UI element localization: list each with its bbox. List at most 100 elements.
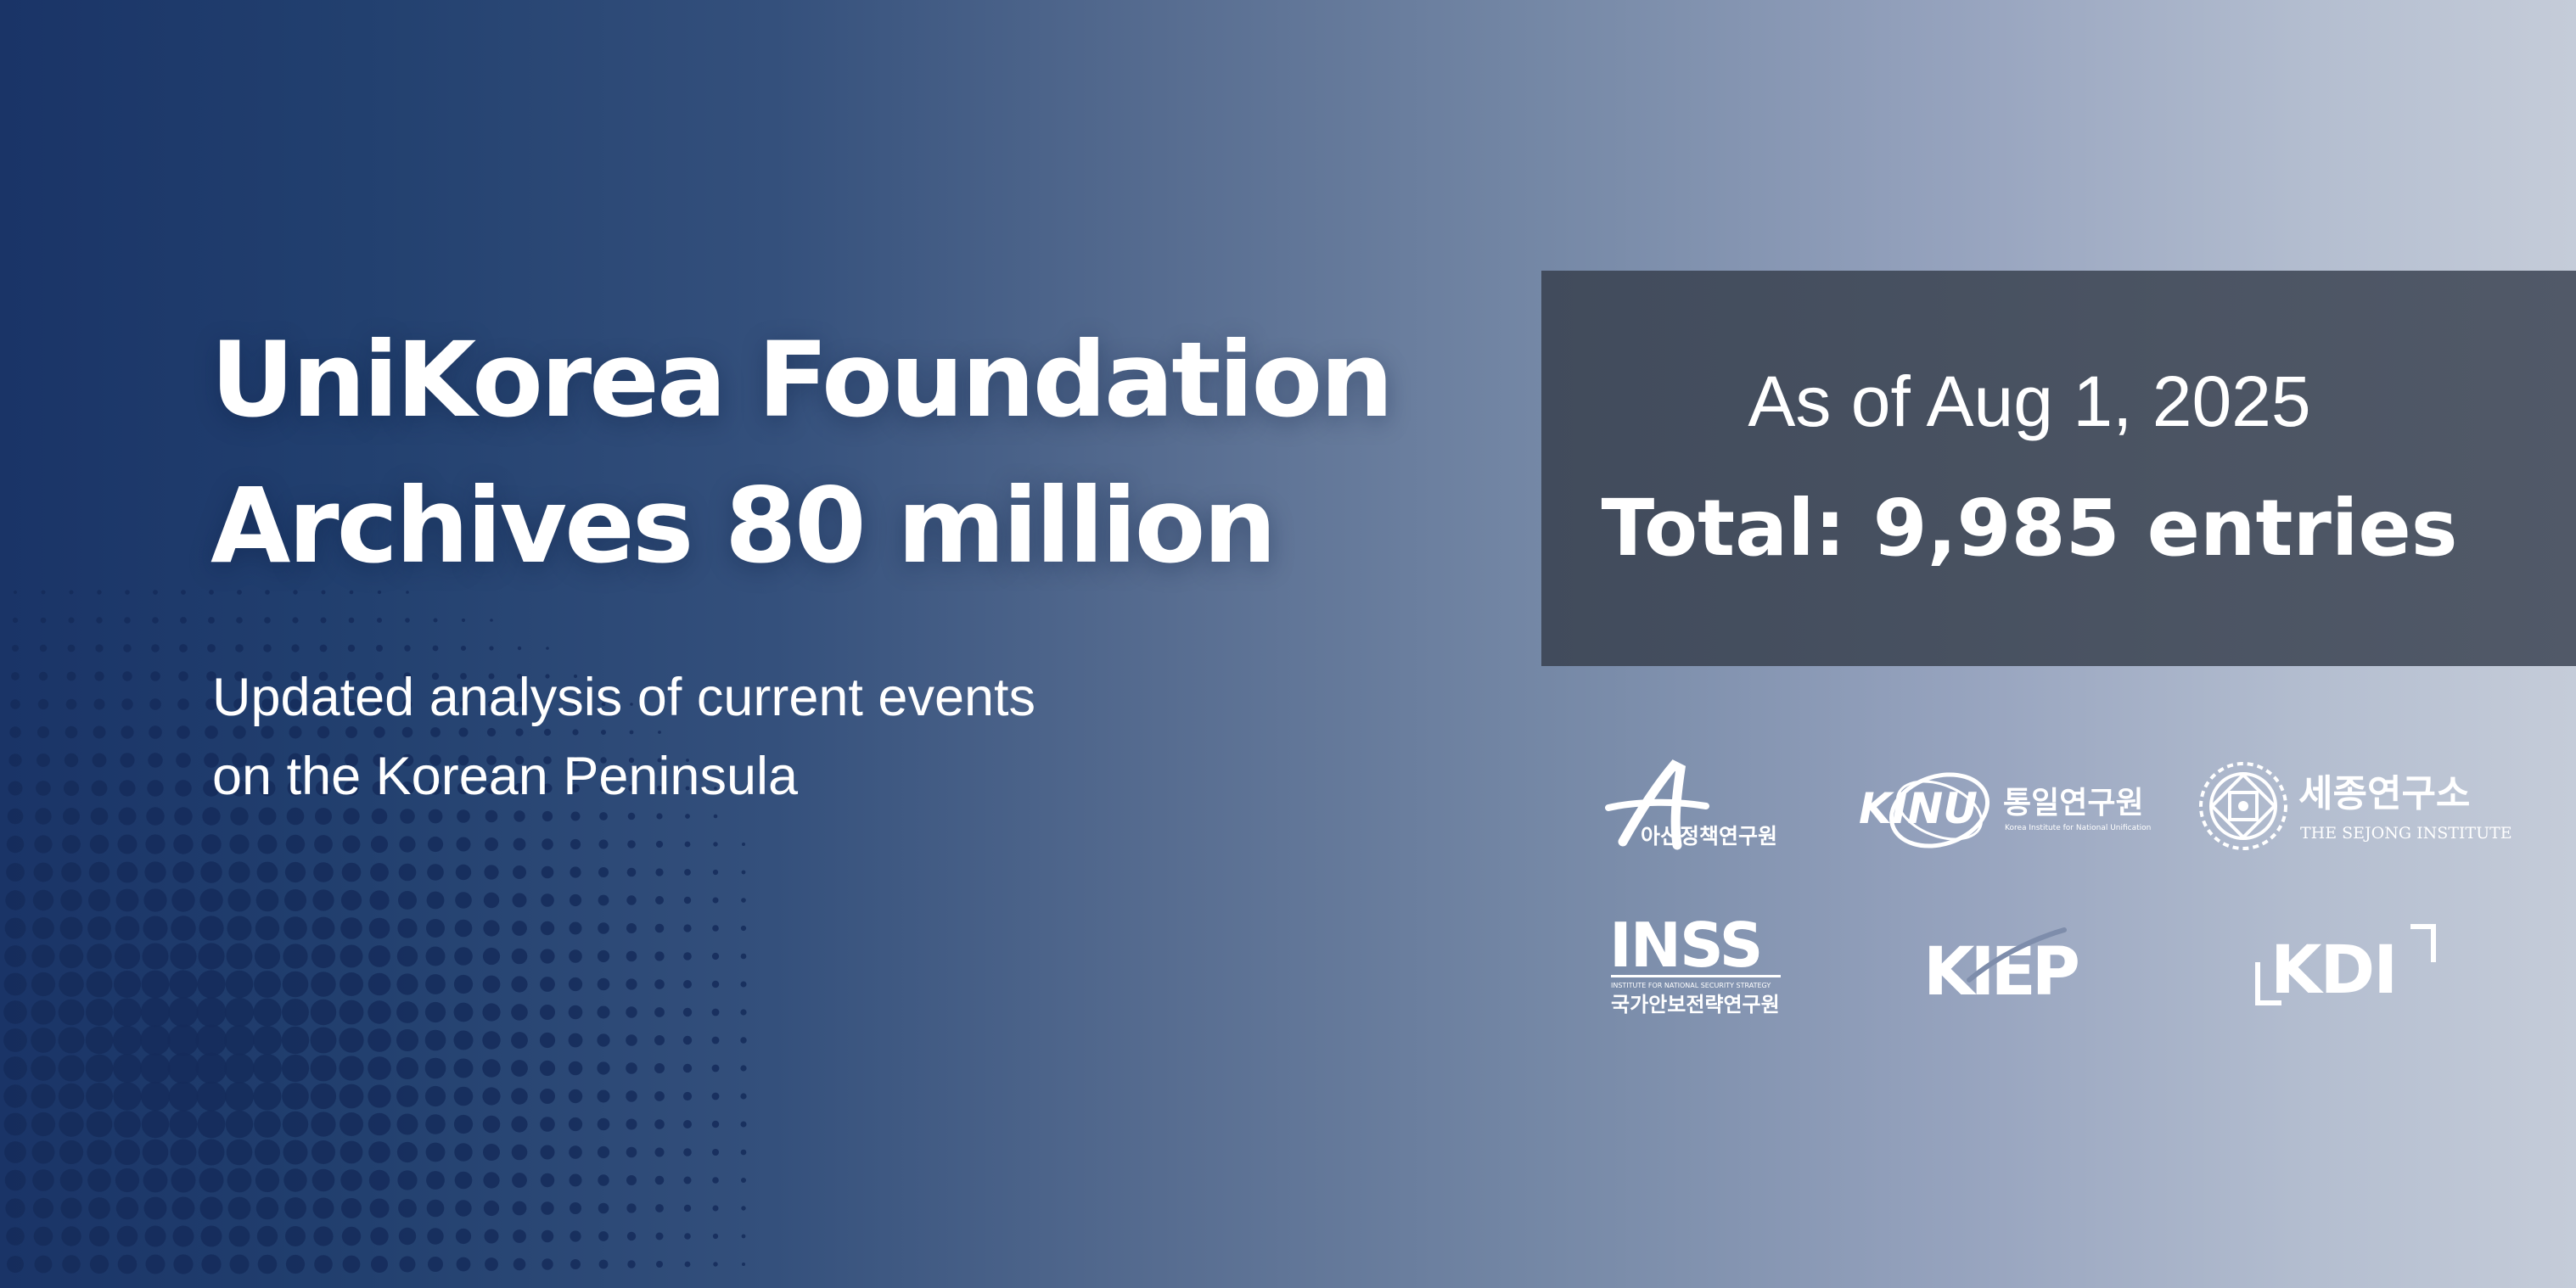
halftone-dot [88, 1197, 110, 1219]
halftone-dot [253, 1054, 282, 1083]
halftone-dot [314, 1255, 333, 1274]
halftone-dot [62, 1255, 81, 1274]
halftone-dot [311, 944, 336, 969]
halftone-dot [713, 1262, 718, 1267]
halftone-dot [312, 1197, 334, 1219]
halftone-dot [310, 1027, 337, 1054]
halftone-dot [426, 919, 445, 938]
halftone-dot [598, 867, 609, 877]
halftone-dot [598, 839, 609, 849]
halftone-dot [682, 1091, 693, 1101]
halftone-dot [254, 1111, 281, 1138]
halftone-dot [684, 841, 691, 848]
halftone-dot [224, 1053, 255, 1084]
halftone-dot [341, 1198, 362, 1218]
halftone-dot [39, 644, 48, 652]
asan-a-crossbar-icon [1605, 798, 1709, 811]
halftone-dot [90, 807, 109, 826]
halftone-dot [87, 944, 112, 969]
halftone-dot [482, 1003, 501, 1022]
kdi-logo: KDI [2255, 924, 2436, 1009]
halftone-dot [368, 1141, 390, 1163]
halftone-dot [284, 1197, 306, 1219]
halftone-dot [570, 1202, 581, 1214]
halftone-dot [255, 916, 280, 941]
halftone-dot [683, 1120, 692, 1128]
halftone-dot [3, 1000, 27, 1024]
headline-line-1: UniKorea Foundation [210, 320, 1394, 440]
halftone-dot [511, 1032, 528, 1049]
halftone-dot [176, 753, 191, 768]
halftone-dot [712, 897, 719, 904]
halftone-dot [597, 1033, 610, 1047]
halftone-dot [171, 916, 196, 941]
asan-logo-name: 아산정책연구원 [1641, 824, 1777, 848]
halftone-dot [540, 1089, 555, 1104]
halftone-dot [570, 866, 581, 878]
halftone-dot [3, 1084, 27, 1108]
halftone-dot [546, 647, 549, 650]
halftone-dot [569, 949, 582, 963]
halftone-dot [311, 972, 336, 997]
halftone-dot [456, 1257, 471, 1272]
halftone-dot [143, 916, 168, 941]
halftone-dot [115, 1168, 140, 1193]
halftone-dot [66, 671, 76, 681]
halftone-dot [4, 917, 26, 939]
halftone-dot [229, 834, 250, 854]
halftone-dot [454, 1143, 473, 1162]
halftone-dot [455, 892, 472, 909]
halftone-dot [113, 998, 142, 1027]
halftone-dot [172, 1225, 194, 1247]
halftone-dot [398, 1199, 417, 1218]
halftone-dot [542, 838, 553, 850]
halftone-dot [257, 1254, 278, 1274]
halftone-dot [655, 868, 664, 876]
halftone-dot [683, 1148, 692, 1156]
halftone-dot [180, 617, 187, 624]
halftone-dot [568, 1117, 583, 1132]
halftone-dot [368, 1084, 391, 1108]
halftone-dot [255, 1140, 280, 1165]
halftone-dot [284, 889, 306, 911]
halftone-dot [396, 1085, 418, 1107]
halftone-dot [654, 1147, 665, 1157]
halftone-dot [396, 1057, 418, 1079]
halftone-dot [96, 617, 103, 624]
halftone-dot [33, 862, 53, 882]
halftone-dot [483, 1144, 500, 1161]
halftone-dot [255, 1168, 280, 1193]
halftone-dot [626, 1231, 637, 1241]
halftone-dot [68, 617, 75, 624]
halftone-dot [86, 1111, 113, 1138]
halftone-dot [369, 1198, 390, 1218]
halftone-dot [597, 1005, 610, 1019]
halftone-dot [597, 1089, 610, 1103]
halftone-dot [116, 1225, 138, 1247]
halftone-dot [6, 1227, 25, 1246]
halftone-dot [6, 835, 25, 854]
halftone-dot [31, 972, 56, 997]
halftone-dot [511, 1088, 528, 1105]
halftone-dot [3, 1028, 27, 1052]
halftone-dot [225, 1110, 254, 1139]
total-entries: Total: 9,985 entries [1601, 483, 2458, 574]
halftone-dot [684, 869, 691, 876]
halftone-dot [141, 1110, 170, 1139]
halftone-dot [482, 975, 501, 994]
halftone-dot [485, 837, 498, 851]
halftone-dot [7, 1256, 24, 1273]
kiep-logo-mark: KIEP [1923, 934, 2078, 1011]
halftone-dot [312, 889, 334, 911]
halftone-dot [31, 1112, 56, 1137]
halftone-dot [31, 1000, 56, 1025]
halftone-dot [92, 753, 107, 768]
halftone-dot [368, 1112, 391, 1136]
halftone-dot [368, 1169, 390, 1191]
halftone-dot [283, 916, 307, 940]
halftone-dot [119, 780, 136, 797]
halftone-dot [453, 1058, 474, 1078]
halftone-dot [540, 1173, 555, 1188]
halftone-dot [59, 1112, 84, 1137]
halftone-dot [569, 893, 582, 907]
